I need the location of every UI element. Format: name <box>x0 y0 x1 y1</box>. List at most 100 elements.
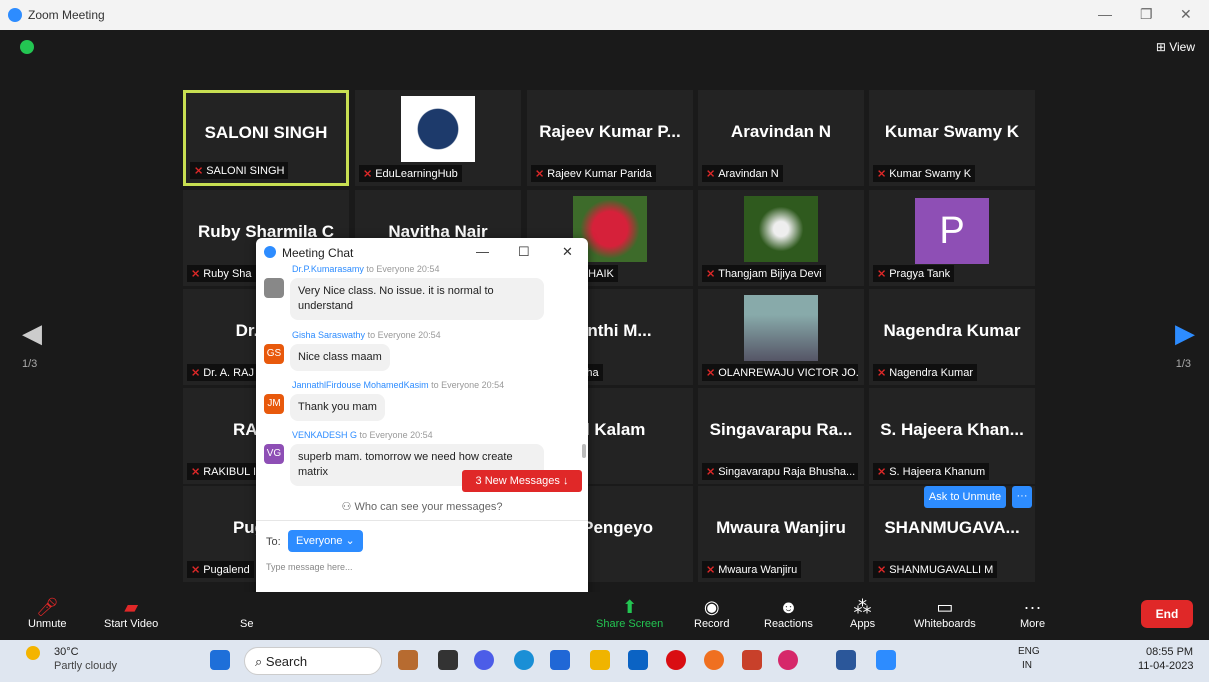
participant-tile[interactable]: SALONI SINGH ⨯ SALONI SINGH <box>183 90 349 186</box>
security-button[interactable]: Se <box>240 596 253 630</box>
end-meeting-button[interactable]: End <box>1141 600 1193 628</box>
mic-muted-icon: ⨯ <box>535 168 545 180</box>
chat-close-icon[interactable]: ✕ <box>562 244 573 260</box>
page-indicator-right: 1/3 <box>1175 358 1191 370</box>
chat-message-input[interactable] <box>266 558 566 576</box>
participant-tile[interactable]: ⨯ EduLearningHub <box>355 90 521 186</box>
message-time: 20:54 <box>410 430 433 440</box>
participant-label-text: Thangjam Bijiya Devi <box>718 268 822 280</box>
edge-icon[interactable] <box>514 650 534 670</box>
video-off-icon: ▰ <box>124 597 139 617</box>
participant-tile[interactable]: Nagendra Kumar ⨯ Nagendra Kumar <box>869 289 1035 385</box>
participant-label: ⨯ OLANREWAJU VICTOR JO... <box>702 364 858 381</box>
who-can-see-text: Who can see your messages? <box>354 501 503 513</box>
new-messages-button[interactable]: 3 New Messages ↓ <box>462 470 582 492</box>
mic-muted-icon: ⨯ <box>877 466 887 478</box>
sender-name: Gisha Saraswathy <box>292 330 366 340</box>
page-indicator-left: 1/3 <box>22 358 38 370</box>
mail-icon[interactable] <box>628 650 648 670</box>
security-label: Se <box>240 618 254 630</box>
store-icon[interactable] <box>550 650 570 670</box>
participant-more-button[interactable]: ··· <box>1012 486 1032 508</box>
ask-to-unmute-button[interactable]: Ask to Unmute <box>924 486 1006 508</box>
participant-tile[interactable]: S. Hajeera Khan... ⨯ S. Hajeera Khanum <box>869 388 1035 484</box>
next-page-icon[interactable]: ▶ <box>1175 318 1195 349</box>
participant-name: S. Hajeera Khan... <box>880 420 1024 440</box>
prev-page-icon[interactable]: ◀ <box>22 318 42 349</box>
minimize-icon[interactable]: — <box>1098 6 1112 22</box>
participant-label: ⨯ Pugalend <box>187 561 254 578</box>
chat-scrollbar[interactable] <box>582 444 586 458</box>
restore-icon[interactable]: ❐ <box>1140 6 1153 23</box>
participant-tile[interactable]: Rajeev Kumar P... ⨯ Rajeev Kumar Parida <box>527 90 693 186</box>
word-icon[interactable] <box>836 650 856 670</box>
participant-tile[interactable]: ⨯ Thangjam Bijiya Devi <box>698 190 864 286</box>
sender-avatar: VG <box>264 444 284 464</box>
chat-maximize-icon[interactable]: ☐ <box>518 244 530 260</box>
taskbar-search[interactable]: ⌕ Search <box>244 647 382 675</box>
participant-label-text: S. Hajeera Khanum <box>889 466 986 478</box>
task-view-icon[interactable] <box>438 650 458 670</box>
zoom-taskbar-icon[interactable] <box>876 650 896 670</box>
reactions-button[interactable]: ☻ Reactions <box>764 596 813 630</box>
firefox-icon[interactable] <box>704 650 724 670</box>
lang-code: ENG <box>1018 646 1040 657</box>
message-text: Thank you mam <box>290 394 385 421</box>
participant-label: ⨯ Nagendra Kumar <box>873 364 977 381</box>
weather-icon[interactable] <box>26 646 40 660</box>
mic-muted-icon: ⨯ <box>877 367 887 379</box>
participant-tile[interactable]: Mwaura Wanjiru ⨯ Mwaura Wanjiru <box>698 486 864 582</box>
participant-tile[interactable]: Aravindan N ⨯ Aravindan N <box>698 90 864 186</box>
sender-name: Dr.P.Kumarasamy <box>292 264 364 274</box>
participant-label-text: Nagendra Kumar <box>889 367 973 379</box>
whiteboards-button[interactable]: ▭ Whiteboards <box>914 596 976 630</box>
record-button[interactable]: ◉ Record <box>694 596 729 630</box>
taskbar-app-icon[interactable] <box>398 650 418 670</box>
mic-muted-icon: ⨯ <box>877 564 887 576</box>
share-screen-button[interactable]: ⬆ Share Screen <box>596 596 663 630</box>
close-icon[interactable]: ✕ <box>1180 6 1192 23</box>
meeting-chat-window: Meeting Chat — ☐ ✕ Dr.P.Kumarasamy to Ev… <box>256 238 588 632</box>
participant-label-text: SALONI SINGH <box>206 165 285 177</box>
participant-tile[interactable]: P ⨯ Pragya Tank <box>869 190 1035 286</box>
app-icon[interactable] <box>778 650 798 670</box>
participant-label: ⨯ Rajeev Kumar Parida <box>531 165 656 182</box>
more-label: More <box>1020 618 1046 630</box>
window-title: Zoom Meeting <box>28 8 105 22</box>
participant-tile[interactable]: ⨯ OLANREWAJU VICTOR JO... <box>698 289 864 385</box>
share-screen-label: Share Screen <box>596 618 664 630</box>
chat-minimize-icon[interactable]: — <box>476 244 489 259</box>
mic-muted-icon: ⨯ <box>191 367 201 379</box>
security-shield-icon[interactable] <box>20 40 34 54</box>
zoom-logo-icon <box>264 246 276 258</box>
participant-tile[interactable]: Singavarapu Ra... ⨯ Singavarapu Raja Bhush… <box>698 388 864 484</box>
sender-name: VENKADESH G <box>292 430 358 440</box>
chat-title: Meeting Chat <box>282 246 354 260</box>
mic-muted-icon: ⨯ <box>706 466 716 478</box>
recipient-dropdown[interactable]: Everyone ⌄ <box>288 530 363 552</box>
opera-icon[interactable] <box>666 650 686 670</box>
more-button[interactable]: ··· More <box>1020 596 1045 630</box>
mic-muted-icon: ⨯ <box>706 268 716 280</box>
message-text: Nice class maam <box>290 344 390 371</box>
chat-app-icon[interactable] <box>474 650 494 670</box>
reactions-icon: ☻ <box>778 597 798 617</box>
view-button[interactable]: ⊞ View <box>1156 40 1195 54</box>
participant-name: Kumar Swamy K <box>884 122 1020 142</box>
participant-label: ⨯ Kumar Swamy K <box>873 165 976 182</box>
mic-muted-icon: ⨯ <box>706 168 716 180</box>
mic-muted-icon: ⨯ <box>706 367 716 379</box>
participant-tile[interactable]: Kumar Swamy K ⨯ Kumar Swamy K <box>869 90 1035 186</box>
powerpoint-icon[interactable] <box>742 650 762 670</box>
start-menu-icon[interactable] <box>210 650 230 670</box>
participant-label-text: Aravindan N <box>718 168 779 180</box>
apps-button[interactable]: ⁂ Apps <box>850 596 875 630</box>
participant-name: Mwaura Wanjiru <box>716 518 846 538</box>
start-video-button[interactable]: ▰ Start Video <box>104 596 158 630</box>
unmute-button[interactable]: 🎤︎ Unmute <box>28 596 67 630</box>
participant-label-text: Pragya Tank <box>889 268 951 280</box>
who-can-see-link[interactable]: ⚇ Who can see your messages? <box>256 500 588 513</box>
file-explorer-icon[interactable] <box>590 650 610 670</box>
participant-name: Singavarapu Ra... <box>709 420 853 440</box>
mic-muted-icon: ⨯ <box>191 564 201 576</box>
